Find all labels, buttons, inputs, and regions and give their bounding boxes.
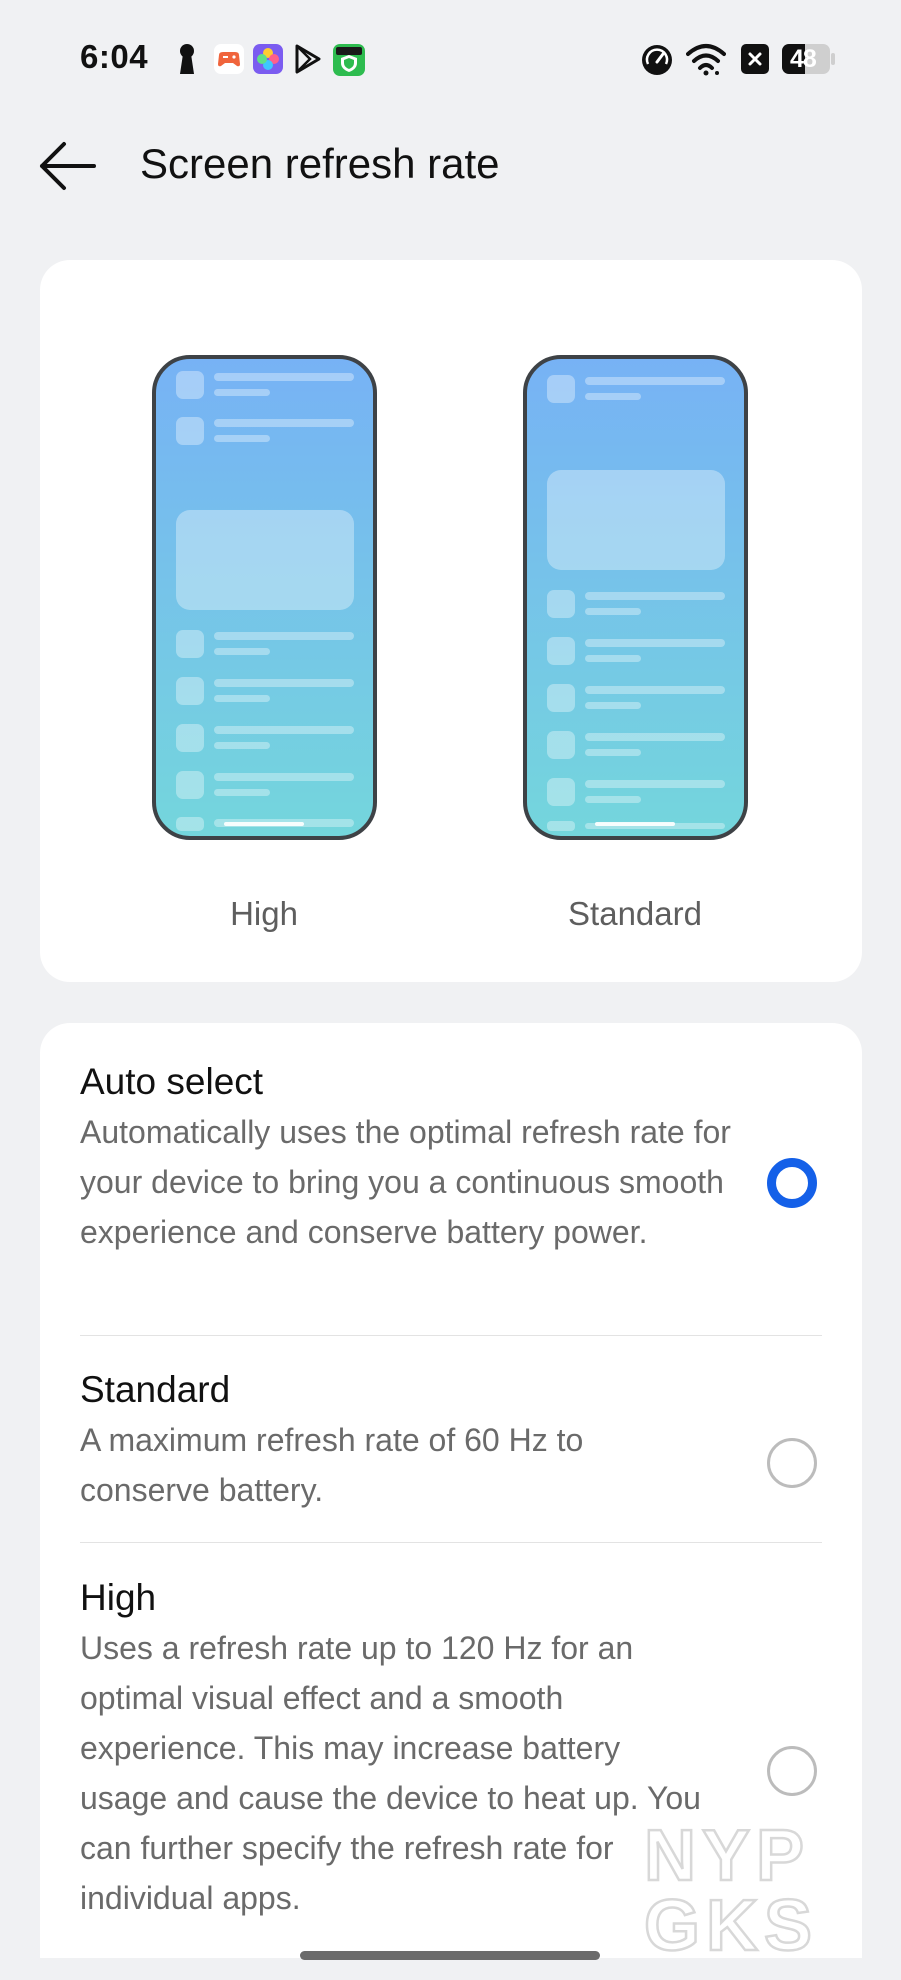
status-bar: 6:04 48 <box>0 0 901 120</box>
battery-level: 48 <box>790 45 817 73</box>
back-button[interactable] <box>38 138 98 194</box>
standard-refresh-phone-illustration <box>523 355 748 840</box>
battery-icon: 48 <box>782 44 836 74</box>
wifi-icon <box>686 44 726 76</box>
speedometer-icon <box>642 45 672 75</box>
photos-icon <box>253 44 283 74</box>
arrow-left-icon <box>40 142 96 190</box>
watermark-line-2: GKS <box>644 1886 818 1960</box>
game-icon <box>214 44 244 74</box>
option-title: Auto select <box>80 1061 264 1102</box>
auto-select-radio[interactable] <box>767 1158 817 1208</box>
standard-radio[interactable] <box>767 1438 817 1488</box>
option-standard[interactable]: Standard A maximum refresh rate of 60 Hz… <box>80 1367 822 1515</box>
play-store-icon <box>295 44 321 74</box>
option-title: High <box>80 1577 157 1618</box>
watermark-line-1: NYP <box>644 1820 810 1896</box>
home-indicator[interactable] <box>300 1951 600 1960</box>
option-description: Uses a refresh rate up to 120 Hz for an … <box>80 1630 701 1916</box>
preview-card: High Standard <box>40 260 862 982</box>
divider <box>80 1542 822 1543</box>
standard-label: Standard <box>568 895 702 932</box>
option-description: Automatically uses the optimal refresh r… <box>80 1114 731 1250</box>
app-header: Screen refresh rate <box>0 120 901 210</box>
high-refresh-phone-illustration <box>152 355 377 840</box>
divider <box>80 1335 822 1336</box>
status-time: 6:04 <box>80 38 149 75</box>
high-radio[interactable] <box>767 1746 817 1796</box>
close-box-icon <box>741 44 769 74</box>
high-label: High <box>230 895 298 932</box>
vpn-shield-icon <box>333 44 365 76</box>
option-auto-select[interactable]: Auto select Automatically uses the optim… <box>80 1059 822 1257</box>
page-title: Screen refresh rate <box>140 140 500 187</box>
option-description: A maximum refresh rate of 60 Hz to conse… <box>80 1422 584 1508</box>
keyhole-icon <box>180 44 194 74</box>
refresh-rate-options: Auto select Automatically uses the optim… <box>40 1023 862 1958</box>
option-title: Standard <box>80 1369 231 1410</box>
